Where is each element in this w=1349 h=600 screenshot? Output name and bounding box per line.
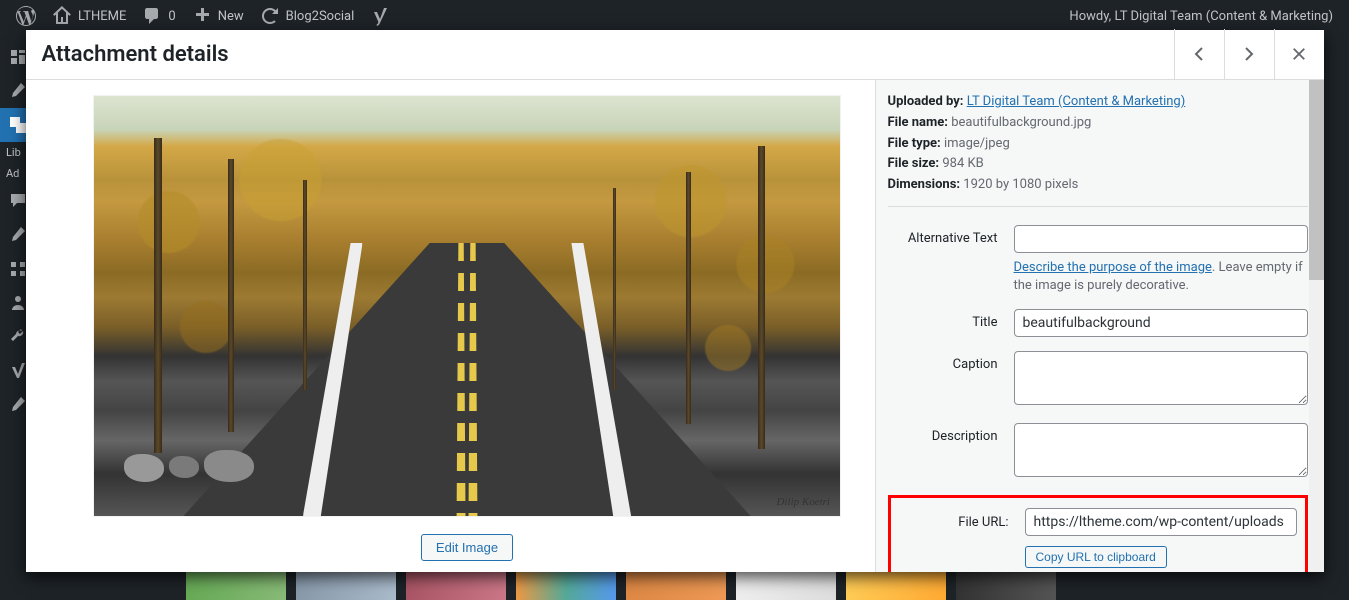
modal-title: Attachment details [42, 30, 229, 80]
file-url-input[interactable] [1025, 508, 1297, 536]
comments-link[interactable]: 0 [134, 0, 183, 32]
file-name-label: File name: [888, 115, 948, 130]
site-name-text: LTHEME [78, 9, 126, 24]
modal-scrollbar[interactable] [1309, 80, 1324, 572]
file-url-highlight-box: File URL: Copy URL to clipboard [888, 495, 1308, 572]
close-icon [1290, 45, 1308, 63]
edit-image-button[interactable]: Edit Image [421, 534, 513, 561]
next-button[interactable] [1224, 29, 1274, 79]
meta-divider [888, 206, 1308, 207]
description-input[interactable] [1014, 423, 1308, 477]
yoast-icon [370, 6, 390, 26]
wordpress-icon [16, 6, 36, 26]
title-input[interactable] [1014, 309, 1308, 337]
site-name-link[interactable]: LTHEME [44, 0, 134, 32]
alt-text-label: Alternative Text [888, 225, 998, 246]
file-type-label: File type: [888, 136, 941, 151]
title-label: Title [888, 309, 998, 330]
new-label: New [218, 9, 244, 24]
wp-logo[interactable] [8, 0, 44, 32]
close-button[interactable] [1274, 29, 1324, 79]
blog2social-link[interactable]: Blog2Social [252, 0, 363, 32]
attachment-details-panel: Uploaded by: LT Digital Team (Content & … [875, 80, 1324, 572]
howdy-text: Howdy, LT Digital Team (Content & Market… [1069, 9, 1333, 24]
chevron-left-icon [1187, 42, 1211, 66]
image-preview-panel: Dilip Koetri Edit Image [26, 80, 875, 572]
description-label: Description [888, 423, 998, 444]
new-content-link[interactable]: New [184, 0, 252, 32]
comment-icon [142, 6, 162, 26]
scrollbar-thumb[interactable] [1309, 80, 1324, 280]
image-signature: Dilip Koetri [777, 496, 830, 508]
alt-text-input[interactable] [1014, 225, 1308, 253]
uploaded-by-link[interactable]: LT Digital Team (Content & Marketing) [967, 94, 1186, 109]
home-icon [52, 6, 72, 26]
modal-header: Attachment details [26, 30, 1324, 80]
alt-text-help: Describe the purpose of the image. Leave… [1014, 259, 1308, 295]
plus-icon [192, 6, 212, 26]
previous-button[interactable] [1174, 29, 1224, 79]
attachment-details-modal: Attachment details [26, 30, 1324, 572]
chevron-right-icon [1237, 42, 1261, 66]
yoast-link[interactable] [362, 0, 398, 32]
comment-count: 0 [168, 9, 175, 24]
image-preview: Dilip Koetri [94, 96, 840, 516]
refresh-icon [260, 6, 280, 26]
uploaded-by-label: Uploaded by: [888, 94, 964, 109]
caption-input[interactable] [1014, 351, 1308, 405]
admin-bar: LTHEME 0 New Blog2Social Howdy, LT Digit… [0, 0, 1349, 32]
dimensions-label: Dimensions: [888, 177, 961, 192]
dimensions-value: 1920 by 1080 pixels [963, 177, 1078, 192]
copy-url-button[interactable]: Copy URL to clipboard [1025, 546, 1167, 568]
file-size-value: 984 KB [942, 156, 983, 171]
file-size-label: File size: [888, 156, 940, 171]
file-type-value: image/jpeg [944, 136, 1010, 151]
modal-overlay: Attachment details [0, 30, 1349, 600]
file-name-value: beautifulbackground.jpg [951, 115, 1091, 130]
alt-help-link[interactable]: Describe the purpose of the image [1014, 260, 1212, 275]
file-url-label: File URL: [899, 515, 1009, 530]
attachment-meta: Uploaded by: LT Digital Team (Content & … [888, 92, 1308, 196]
caption-label: Caption [888, 351, 998, 372]
blog2social-label: Blog2Social [286, 9, 355, 24]
howdy-user[interactable]: Howdy, LT Digital Team (Content & Market… [1061, 0, 1341, 32]
